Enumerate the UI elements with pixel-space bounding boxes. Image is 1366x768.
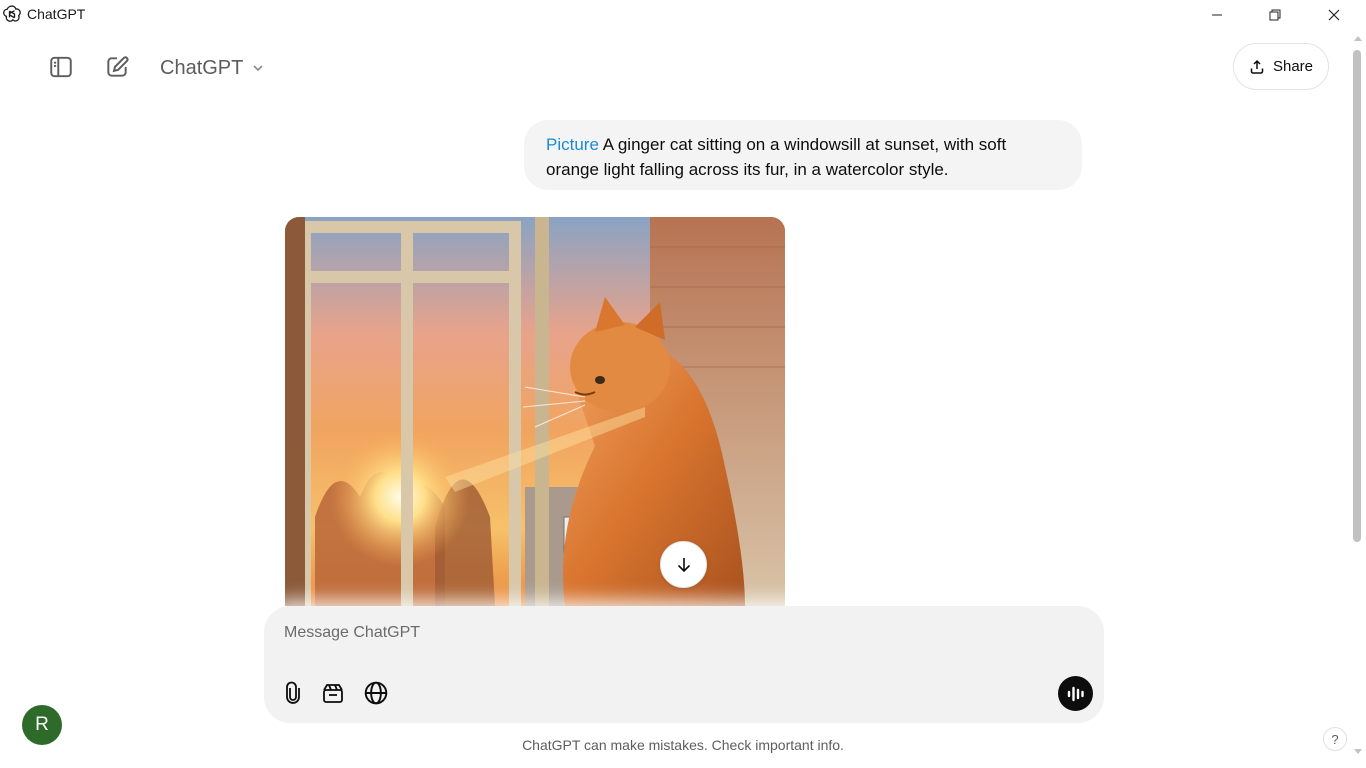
help-button[interactable]: ? xyxy=(1323,727,1347,751)
tools-icon xyxy=(323,684,343,703)
paperclip-icon xyxy=(286,681,300,704)
close-window-button[interactable] xyxy=(1311,0,1357,30)
tools-button[interactable] xyxy=(318,678,348,708)
sidebar-toggle-button[interactable] xyxy=(44,50,78,84)
scroll-up-arrow-icon[interactable] xyxy=(1353,34,1363,42)
share-button[interactable]: Share xyxy=(1233,43,1329,90)
share-icon xyxy=(1250,59,1264,74)
globe-icon xyxy=(364,681,388,705)
restore-button[interactable] xyxy=(1252,0,1298,30)
user-message-text: A ginger cat sitting on a windowsill at … xyxy=(546,135,1007,179)
share-label: Share xyxy=(1272,58,1314,75)
minimize-button[interactable] xyxy=(1194,0,1240,30)
scrollbar-thumb[interactable] xyxy=(1353,50,1361,542)
model-switcher[interactable]: ChatGPT xyxy=(160,54,265,82)
arrow-down-icon xyxy=(677,557,690,572)
scroll-to-bottom-button[interactable] xyxy=(660,541,707,588)
attach-button[interactable] xyxy=(278,678,308,708)
openai-logo-icon xyxy=(2,4,22,24)
disclaimer-label: ChatGPT can make mistakes. Check importa… xyxy=(522,737,844,753)
avatar-initial: R xyxy=(35,714,49,735)
minimize-icon xyxy=(1212,14,1222,16)
user-message-bubble: Picture A ginger cat sitting on a window… xyxy=(524,120,1082,190)
restore-icon xyxy=(1269,9,1281,21)
close-icon xyxy=(1328,9,1340,21)
message-composer xyxy=(264,606,1104,723)
generated-image[interactable] xyxy=(285,217,785,606)
disclaimer-text: ChatGPT can make mistakes. Check importa… xyxy=(0,737,1366,753)
chevron-down-icon xyxy=(253,65,263,72)
web-search-button[interactable] xyxy=(361,678,391,708)
new-chat-icon xyxy=(107,56,129,77)
new-chat-button[interactable] xyxy=(100,50,134,84)
avatar[interactable]: R xyxy=(22,705,62,745)
picture-tag[interactable]: Picture xyxy=(546,135,599,154)
message-input[interactable] xyxy=(284,624,1044,642)
voice-mode-icon xyxy=(1067,686,1084,701)
window-titlebar: ChatGPT xyxy=(0,0,1366,30)
model-name: ChatGPT xyxy=(160,56,244,79)
sidebar-toggle-icon xyxy=(50,56,72,78)
help-label: ? xyxy=(1331,731,1339,747)
app-title: ChatGPT xyxy=(27,6,86,22)
voice-mode-button[interactable] xyxy=(1058,676,1093,711)
